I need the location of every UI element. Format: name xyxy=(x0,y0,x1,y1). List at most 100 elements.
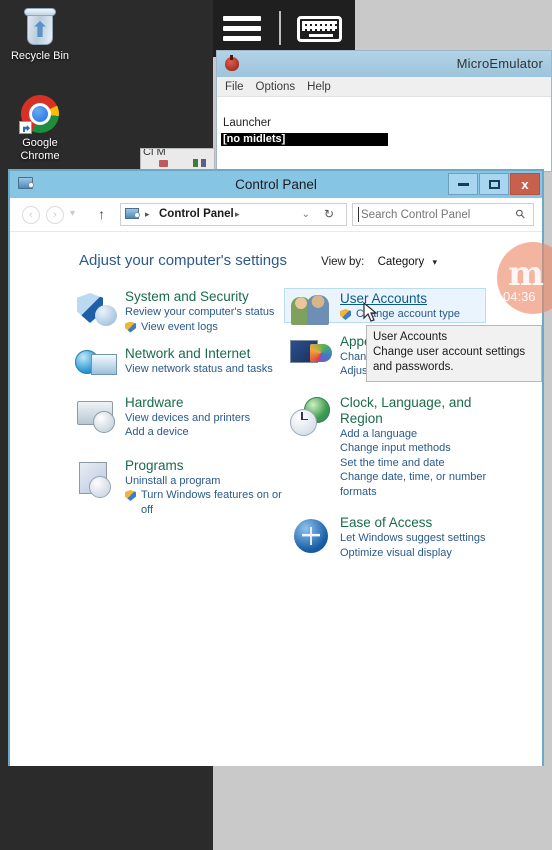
hardware-icon xyxy=(75,397,119,437)
breadcrumb[interactable]: Control Panel xyxy=(159,208,234,220)
category-programs[interactable]: Programs Uninstall a program Turn Window… xyxy=(70,458,285,518)
view-by-label: View by: xyxy=(321,256,365,268)
menu-help[interactable]: Help xyxy=(307,81,331,93)
desktop-icon-label: Google xyxy=(22,137,58,149)
google-chrome-icon xyxy=(19,95,59,134)
forward-button[interactable]: › xyxy=(46,206,64,224)
category-hardware[interactable]: Hardware View devices and printers Add a… xyxy=(70,395,285,440)
page-title: Adjust your computer's settings xyxy=(79,252,287,269)
address-bar[interactable]: ▸ Control Panel ▸ ⌄ ↻ xyxy=(120,203,347,226)
microemulator-window: MicroEmulator File Options Help Launcher… xyxy=(216,50,552,172)
menu-options[interactable]: Options xyxy=(256,81,296,93)
emulator-overlay-toolbar xyxy=(213,0,355,57)
category-link[interactable]: Optimize visual display xyxy=(340,546,500,561)
shield-icon xyxy=(75,291,119,331)
recycle-bin-icon xyxy=(23,8,57,46)
minimize-button[interactable] xyxy=(448,173,478,195)
clock-language-region-icon xyxy=(290,396,334,437)
text-caret xyxy=(358,207,359,222)
category-link[interactable]: Turn Windows features on or off xyxy=(125,488,285,517)
control-panel-body: Adjust your computer's settings View by:… xyxy=(10,232,542,766)
category-link-label: View event logs xyxy=(141,320,218,333)
view-by-control[interactable]: View by: Category ▾ xyxy=(321,256,437,268)
category-title[interactable]: Programs xyxy=(125,458,285,474)
category-link[interactable]: Change input methods xyxy=(340,441,500,456)
watermark-time: 04:36 xyxy=(503,289,536,304)
category-link[interactable]: Add a language xyxy=(340,427,500,442)
search-input[interactable] xyxy=(361,207,501,223)
shield-badge-icon xyxy=(125,321,136,333)
tooltip-description: Change user account settings and passwor… xyxy=(373,346,526,373)
appearance-icon xyxy=(290,336,334,376)
chevron-down-icon[interactable]: ⌄ xyxy=(302,209,310,220)
search-icon[interactable]: ⚲ xyxy=(513,206,529,222)
hamburger-icon[interactable] xyxy=(223,16,261,41)
microemulator-title-bar[interactable]: MicroEmulator xyxy=(217,51,551,77)
desktop-icon-google-chrome[interactable]: Google Chrome xyxy=(0,95,80,163)
microemulator-icon xyxy=(225,55,239,71)
category-link[interactable]: Review your computer's status xyxy=(125,305,285,320)
category-title[interactable]: Hardware xyxy=(125,395,285,411)
microemulator-title: MicroEmulator xyxy=(456,56,543,71)
toolbar-divider xyxy=(279,11,281,45)
keyboard-icon[interactable] xyxy=(297,16,342,42)
category-link[interactable]: View event logs xyxy=(125,320,285,335)
close-button[interactable]: x xyxy=(510,173,540,195)
refresh-icon[interactable]: ↻ xyxy=(324,207,334,221)
screen: Recycle Bin Google Chrome MicroEmulator … xyxy=(0,0,552,850)
control-panel-icon xyxy=(125,207,141,222)
category-link[interactable]: Let Windows suggest settings xyxy=(340,531,500,546)
category-link[interactable]: Uninstall a program xyxy=(125,474,285,489)
category-link[interactable]: Set the time and date xyxy=(340,456,500,471)
ease-of-access-icon xyxy=(290,517,334,557)
maximize-button[interactable] xyxy=(479,173,509,195)
background-window-fragment[interactable]: Cl M xyxy=(140,148,215,170)
network-icon xyxy=(75,348,119,388)
menu-file[interactable]: File xyxy=(225,81,244,93)
desktop-icon-label: Recycle Bin xyxy=(10,50,70,62)
category-title[interactable]: Network and Internet xyxy=(125,346,285,362)
window-fragment-mark xyxy=(159,160,168,167)
desktop-icon-recycle-bin[interactable]: Recycle Bin xyxy=(0,8,80,63)
view-by-value[interactable]: Category xyxy=(378,256,425,268)
launcher-label: Launcher xyxy=(223,117,271,129)
mouse-cursor-icon xyxy=(362,302,378,322)
breadcrumb-separator: ▸ xyxy=(235,209,240,219)
control-panel-title-bar[interactable]: Control Panel x xyxy=(10,171,542,198)
category-ease-of-access[interactable]: Ease of Access Let Windows suggest setti… xyxy=(285,515,500,560)
category-system-and-security[interactable]: System and Security Review your computer… xyxy=(70,289,285,334)
navigation-bar: ‹ › ▾ ↑ ▸ Control Panel ▸ ⌄ ↻ ⚲ xyxy=(10,198,542,232)
microemulator-content: Launcher [no midlets] xyxy=(217,97,551,171)
programs-icon xyxy=(75,460,119,500)
category-link[interactable]: Change date, time, or number formats xyxy=(340,470,500,499)
chevron-down-icon[interactable]: ▾ xyxy=(432,257,437,267)
control-panel-window: Control Panel x ‹ › ▾ ↑ ▸ Control Panel … xyxy=(8,169,544,766)
up-button[interactable]: ↑ xyxy=(98,206,105,222)
category-title[interactable]: Ease of Access xyxy=(340,515,500,531)
category-link[interactable]: View devices and printers xyxy=(125,411,285,426)
window-controls: x xyxy=(447,173,540,195)
window-fragment-mark xyxy=(201,159,206,167)
category-link[interactable]: View network status and tasks xyxy=(125,362,285,377)
category-link-label: Turn Windows features on or off xyxy=(141,489,282,516)
search-box[interactable]: ⚲ xyxy=(352,203,534,226)
back-button[interactable]: ‹ xyxy=(22,206,40,224)
tooltip-title: User Accounts xyxy=(373,331,448,343)
watermark-glyph: m xyxy=(508,254,544,294)
category-link[interactable]: Add a device xyxy=(125,425,285,440)
window-fragment-mark xyxy=(193,159,198,167)
background-window-title: Cl M xyxy=(143,148,166,158)
midlet-list-item[interactable]: [no midlets] xyxy=(221,133,388,146)
user-accounts-icon xyxy=(290,291,334,331)
tooltip: User Accounts Change user account settin… xyxy=(366,325,542,382)
category-title[interactable]: Clock, Language, and Region xyxy=(340,395,500,427)
shield-badge-icon xyxy=(340,309,351,320)
category-clock-language-region[interactable]: Clock, Language, and Region Add a langua… xyxy=(285,395,500,500)
recent-locations-icon[interactable]: ▾ xyxy=(70,208,75,219)
category-title[interactable]: System and Security xyxy=(125,289,285,305)
desktop-icon-label: Chrome xyxy=(20,150,60,162)
category-network-and-internet[interactable]: Network and Internet View network status… xyxy=(70,346,285,377)
microemulator-menu-bar: File Options Help xyxy=(217,77,551,97)
breadcrumb-separator: ▸ xyxy=(145,209,150,219)
category-user-accounts[interactable]: User Accounts Change account type xyxy=(284,288,486,325)
